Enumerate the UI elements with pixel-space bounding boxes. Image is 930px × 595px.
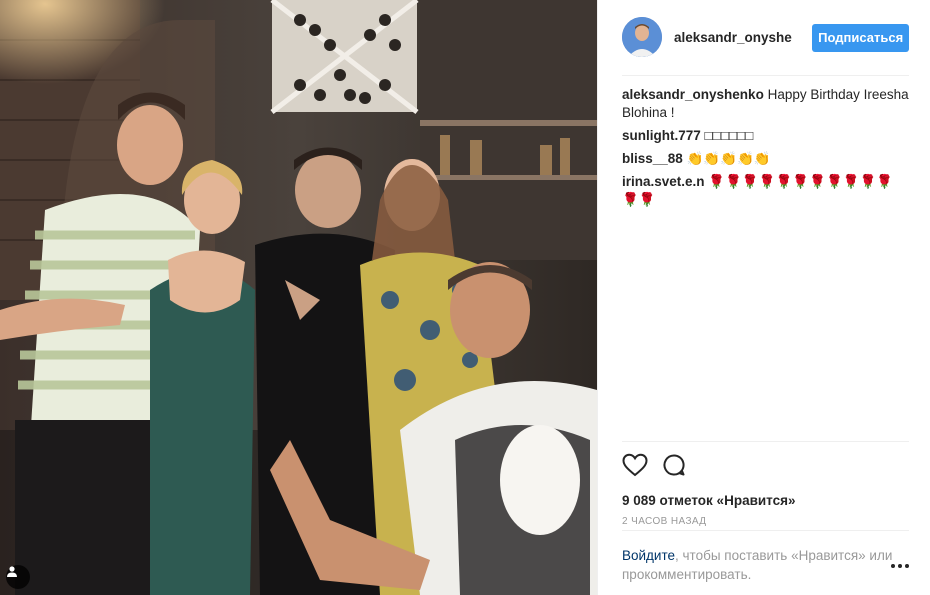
username[interactable]: aleksandr_onyshe — [674, 30, 793, 45]
comment-icon[interactable] — [662, 453, 686, 477]
post-sidebar: aleksandr_onyshe Подписаться aleksandr_o… — [597, 0, 930, 595]
photo-illustration — [0, 0, 597, 595]
likes-count[interactable]: 9 089 отметок «Нравится» — [622, 493, 909, 508]
comment-author[interactable]: irina.svet.e.n — [622, 174, 705, 189]
post-actions: 9 089 отметок «Нравится» 2 часов назад — [622, 441, 909, 529]
post-photo[interactable] — [0, 0, 597, 595]
caption: aleksandr_onyshenko Happy Birthday Irees… — [622, 86, 909, 122]
avatar[interactable] — [622, 16, 662, 57]
more-options-icon[interactable] — [891, 564, 909, 568]
comment-text: 👏👏👏👏👏 — [686, 151, 771, 166]
comment-item: bliss__88 👏👏👏👏👏 — [622, 150, 909, 168]
login-link[interactable]: Войдите — [622, 548, 675, 563]
comment-item: irina.svet.e.n 🌹🌹🌹🌹🌹🌹🌹🌹🌹🌹🌹🌹🌹 — [622, 173, 909, 209]
action-icons — [622, 452, 909, 478]
tagged-user-icon[interactable] — [6, 565, 30, 589]
comment-author[interactable]: bliss__88 — [622, 151, 683, 166]
post-timestamp[interactable]: 2 часов назад — [622, 516, 909, 527]
comment-item: sunlight.777 □□□□□□ — [622, 127, 909, 145]
login-prompt: Войдите, чтобы поставить «Нравится» или … — [622, 530, 909, 584]
heart-icon[interactable] — [622, 453, 648, 477]
comment-text: □□□□□□ — [704, 128, 754, 143]
follow-button[interactable]: Подписаться — [812, 23, 909, 52]
comments-list: aleksandr_onyshenko Happy Birthday Irees… — [622, 86, 909, 214]
post-header: aleksandr_onyshe Подписаться — [622, 0, 909, 76]
caption-author[interactable]: aleksandr_onyshenko — [622, 87, 764, 102]
comment-author[interactable]: sunlight.777 — [622, 128, 701, 143]
